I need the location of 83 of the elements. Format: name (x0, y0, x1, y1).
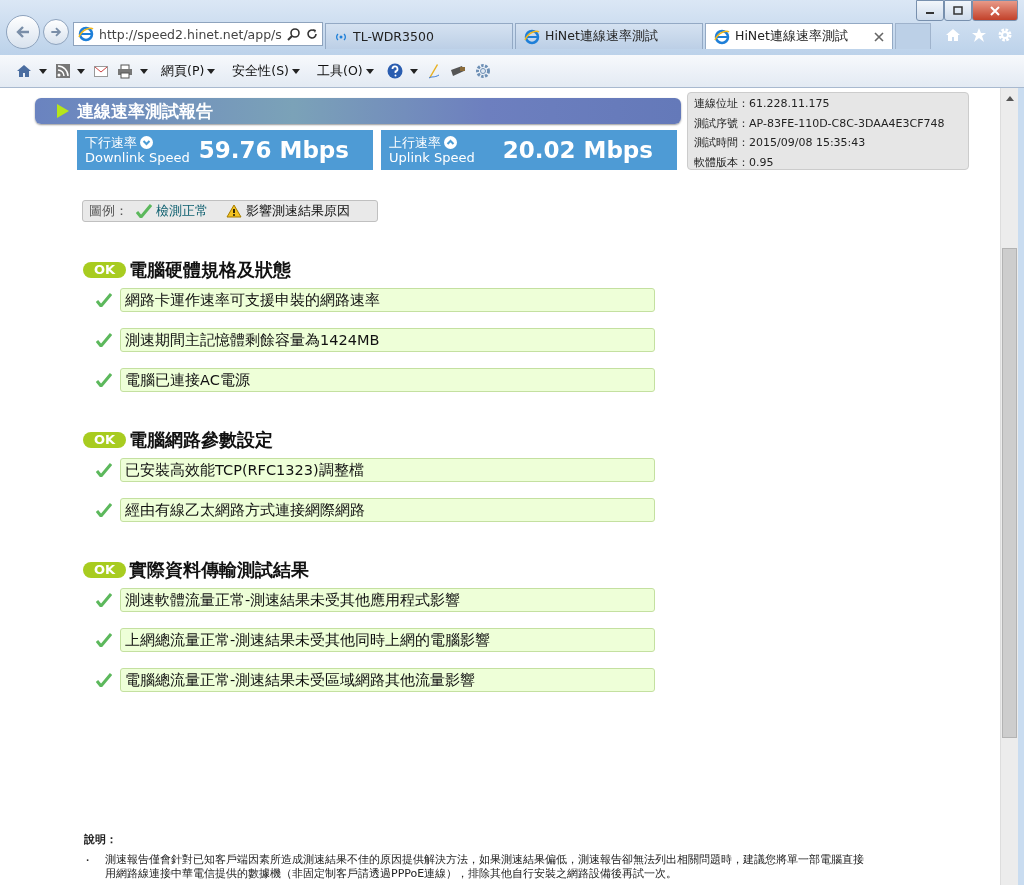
result-item: 經由有線乙太網路方式連接網際網路 (120, 498, 655, 522)
ie-logo-icon (524, 28, 540, 45)
menu-item[interactable]: 網頁(P) (161, 62, 216, 80)
caret-icon[interactable] (77, 68, 85, 74)
check-icon (96, 593, 112, 607)
down-chevron-icon (140, 136, 153, 149)
speed-label: 上行速率 (389, 135, 441, 150)
speed-sublabel: Downlink Speed (85, 150, 190, 165)
search-icon[interactable] (287, 27, 301, 41)
caret-icon (365, 68, 374, 74)
notes-title: 說明： (84, 832, 118, 847)
result-item: 測速軟體流量正常-測速結果未受其他應用程式影響 (120, 588, 655, 612)
scrollbar-thumb[interactable] (1002, 248, 1017, 738)
scrollbar[interactable] (1000, 88, 1018, 885)
feed-icon[interactable] (56, 64, 70, 78)
maximize-button[interactable] (944, 0, 972, 21)
browser-tab[interactable]: HiNet連線速率測試 (515, 23, 703, 49)
speed-value: 20.02 Mbps (502, 137, 653, 163)
up-chevron-icon (444, 136, 457, 149)
info-line: 連線位址：61.228.11.175 (694, 96, 831, 112)
check-icon (96, 503, 112, 517)
forward-button[interactable] (43, 19, 69, 45)
play-icon (57, 104, 69, 118)
check-icon (96, 673, 112, 687)
menu-item[interactable]: 安全性(S) (232, 62, 300, 80)
check-icon (96, 463, 112, 477)
legend-label: 圖例： (89, 202, 128, 220)
result-item: 網路卡運作速率可支援申裝的網路速率 (120, 288, 655, 312)
back-button[interactable] (6, 15, 40, 49)
star-icon[interactable] (971, 27, 987, 43)
close-button[interactable] (972, 0, 1018, 21)
url-text: http://speed2.hinet.net/app/s (99, 26, 282, 42)
close-tab-icon[interactable] (874, 31, 884, 42)
refresh-icon[interactable] (306, 28, 318, 40)
speed-value: 59.76 Mbps (198, 137, 349, 163)
note-text: 測速報告僅會針對已知客戶端因素所造成測速結果不佳的原因提供解決方法，如果測速結果偏低，測速報告卻無法列出相關問題時，建議您將單一部電腦直接用網路線連接中華電信提供的數據機（非固定制客戶請透過PPPoE連線），排除其他自行安裝之網路設備後再試一次。 (105, 853, 865, 881)
section-title: 電腦網路參數設定 (129, 428, 274, 452)
caret-icon[interactable] (409, 68, 418, 74)
report-title: 連線速率測試報告 (77, 99, 213, 123)
result-item: 電腦已連接AC電源 (120, 368, 655, 392)
scroll-up-arrow-icon[interactable] (1005, 96, 1014, 101)
ok-badge: OK (83, 262, 127, 278)
help-icon[interactable] (386, 63, 403, 79)
info-line: 測試時間：2015/09/08 15:35:43 (694, 135, 867, 151)
forward-arrow-icon (49, 25, 63, 39)
browser-tab[interactable]: HiNet連線速率測試 (705, 23, 893, 49)
browser-tab[interactable]: TL-WDR3500 (325, 23, 513, 49)
section-title: 電腦硬體規格及狀態 (129, 258, 292, 282)
result-item: 測速期間主記憶體剩餘容量為1424MB (120, 328, 655, 352)
caret-icon (207, 68, 216, 74)
check-icon (96, 373, 112, 387)
menu-item[interactable]: 工具(O) (317, 62, 374, 80)
section-title: 實際資料傳輸測試結果 (129, 558, 310, 582)
caret-icon[interactable] (39, 68, 47, 74)
gear-icon[interactable] (474, 63, 491, 79)
minimize-button[interactable] (916, 0, 944, 21)
address-bar[interactable]: http://speed2.hinet.net/app/s (73, 22, 323, 46)
maximize-icon (953, 6, 963, 15)
legend-text: 檢測正常 (156, 202, 208, 220)
result-item: 電腦總流量正常-測速結果未受區域網路其他流量影響 (120, 668, 655, 692)
printer-icon[interactable] (117, 63, 133, 79)
warning-icon (226, 204, 242, 218)
check-icon (96, 333, 112, 347)
check-icon (96, 633, 112, 647)
result-item: 上網總流量正常-測速結果未受其他同時上網的電腦影響 (120, 628, 655, 652)
caret-icon (292, 68, 300, 74)
ok-badge: OK (83, 562, 127, 578)
info-line: 軟體版本：0.95 (694, 154, 775, 171)
caret-icon[interactable] (140, 68, 148, 74)
check-icon (136, 204, 152, 218)
check-icon (96, 293, 112, 307)
info-line: 測試序號：AP-83FE-110D-C8C-3DAA4E3CF748 (694, 115, 946, 132)
ie-logo-icon (714, 28, 730, 45)
ok-badge: OK (83, 432, 127, 448)
speed-sublabel: Uplink Speed (389, 150, 475, 165)
mail-icon[interactable] (94, 65, 108, 77)
result-item: 已安裝高效能TCP(RFC1323)調整檔 (120, 458, 655, 482)
home-icon[interactable] (16, 63, 32, 79)
bullet: ・ (82, 853, 93, 869)
ie-logo-icon (78, 26, 94, 42)
legend-text: 影響測速結果原因 (246, 202, 350, 220)
close-icon (990, 5, 1000, 16)
speed-label: 下行速率 (85, 135, 137, 150)
